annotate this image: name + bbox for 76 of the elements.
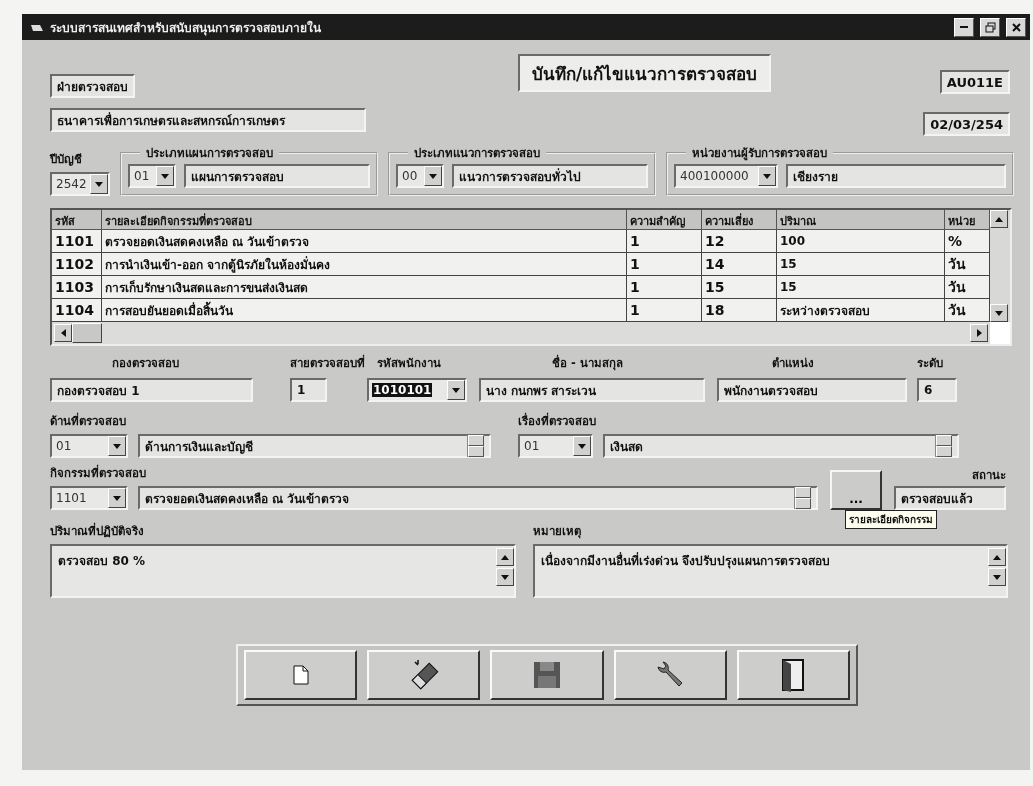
remarks-field[interactable]: เนื่องจากมีงานอื่นที่เร่งด่วน จึงปรับปรุงแผนการตรวจสอบ [533, 544, 1008, 598]
table-cell: การนำเงินเข้า-ออก จากตู้นิรภัยในห้องมั่นคง [102, 253, 627, 276]
code-dropdown[interactable]: 1101 [50, 486, 128, 510]
column-header: รายละเอียดกิจกรรมที่ตรวจสอบ [102, 210, 627, 230]
table-cell: 1 [627, 253, 702, 276]
table-cell: 18 [702, 299, 777, 322]
table-cell: วัน [945, 276, 990, 299]
name-field[interactable]: ด้านการเงินและบัญชี [138, 434, 491, 458]
field-label: หมายเหตุ [533, 523, 582, 540]
group-label: ประเภทแนวการตรวจสอบ [414, 146, 540, 160]
text-field[interactable]: 6 [917, 378, 957, 402]
date-field: 02/03/254 [923, 112, 1010, 136]
column-header: ความเสี่ยง [702, 210, 777, 230]
text-field[interactable]: 1 [290, 378, 327, 402]
code-dropdown[interactable]: 00 [396, 164, 444, 188]
table-cell: ตรวจยอดเงินสดคงเหลือ ณ วันเข้าตรวจ [102, 230, 627, 253]
table-cell: การเก็บรักษาเงินสดและการขนส่งเงินสด [102, 276, 627, 299]
column-header: ความสำคัญ [627, 210, 702, 230]
field-label: รหัสพนักงาน [377, 355, 441, 372]
actual-amount-field[interactable]: ตรวจสอบ 80 % [50, 544, 516, 598]
employee-code-dropdown[interactable]: 1010101 [367, 378, 467, 402]
code-dropdown[interactable]: 01 [128, 164, 176, 188]
text-field[interactable]: นาง กนกพร สาระเวน [479, 378, 705, 402]
name-field[interactable]: เงินสด [603, 434, 959, 458]
code-dropdown[interactable]: 01 [50, 434, 128, 458]
field-label: ระดับ [917, 355, 943, 372]
tooltip: รายละเอียดกิจกรรม [845, 510, 937, 529]
status-field[interactable]: ตรวจสอบแล้ว [894, 486, 1006, 510]
table-cell: ระหว่างตรวจสอบ [777, 299, 945, 322]
table-cell: 1 [627, 276, 702, 299]
field-label: เรื่องที่ตรวจสอบ [518, 412, 597, 430]
fiscal-year-dropdown[interactable]: 2542 [50, 172, 110, 196]
status-label: สถานะ [972, 467, 1006, 484]
table-cell: วัน [945, 253, 990, 276]
table-cell: 14 [702, 253, 777, 276]
table-cell: การสอบยันยอดเมื่อสิ้นวัน [102, 299, 627, 322]
screen-code: AU011E [939, 70, 1010, 94]
fiscal-year-label: ปีบัญชี [50, 151, 83, 168]
name-field: เชียงราย [786, 164, 1006, 188]
field-label: ตำแหน่ง [772, 355, 814, 372]
table-cell: 12 [702, 230, 777, 253]
table-cell: 1104 [52, 299, 102, 322]
table-cell: 1103 [52, 276, 102, 299]
name-field: แนวการตรวจสอบทั่วไป [452, 164, 648, 188]
table-cell: 1102 [52, 253, 102, 276]
column-header: รหัส [52, 210, 102, 230]
group-label: หน่วยงานผู้รับการตรวจสอบ [692, 146, 827, 160]
activity-field[interactable]: ตรวจยอดเงินสดคงเหลือ ณ วันเข้าตรวจ [138, 486, 818, 510]
column-header: หน่วย [945, 210, 990, 230]
table-cell: 100 [777, 230, 945, 253]
column-header: ปริมาณ [777, 210, 945, 230]
code-dropdown[interactable]: 400100000 [674, 164, 778, 188]
field-label: กิจกรรมที่ตรวจสอบ [50, 464, 147, 482]
table-cell: 15 [777, 276, 945, 299]
text-field[interactable]: กองตรวจสอบ 1 [50, 378, 253, 402]
field-label: สายตรวจสอบที่ [290, 354, 365, 372]
field-label: ด้านที่ตรวจสอบ [50, 412, 127, 430]
window-title: ระบบสารสนเทศสำหรับสนับสนุนการตรวจสอบภายใน [50, 19, 322, 37]
field-label: กองตรวจสอบ [111, 355, 179, 372]
table-cell: 1101 [52, 230, 102, 253]
screen-heading: บันทึก/แก้ไขแนวการตรวจสอบ [517, 54, 772, 92]
table-cell: 15 [702, 276, 777, 299]
table-cell: วัน [945, 299, 990, 322]
name-field: แผนการตรวจสอบ [184, 164, 370, 188]
department-label: ฝ่ายตรวจสอบ [50, 74, 135, 98]
table-cell: 1 [627, 230, 702, 253]
text-field[interactable]: พนักงานตรวจสอบ [717, 378, 907, 402]
table-cell: % [945, 230, 990, 253]
table-cell: 15 [777, 253, 945, 276]
details-button[interactable]: ... [830, 470, 882, 510]
field-label: ปริมาณที่ปฏิบัติจริง [50, 522, 145, 540]
organization-label: ธนาคารเพื่อการเกษตรและสหกรณ์การเกษตร [50, 108, 366, 132]
field-label: ชื่อ - นามสกุล [552, 354, 623, 372]
table-cell: 1 [627, 299, 702, 322]
group-label: ประเภทแผนการตรวจสอบ [146, 146, 273, 160]
code-dropdown[interactable]: 01 [518, 434, 593, 458]
